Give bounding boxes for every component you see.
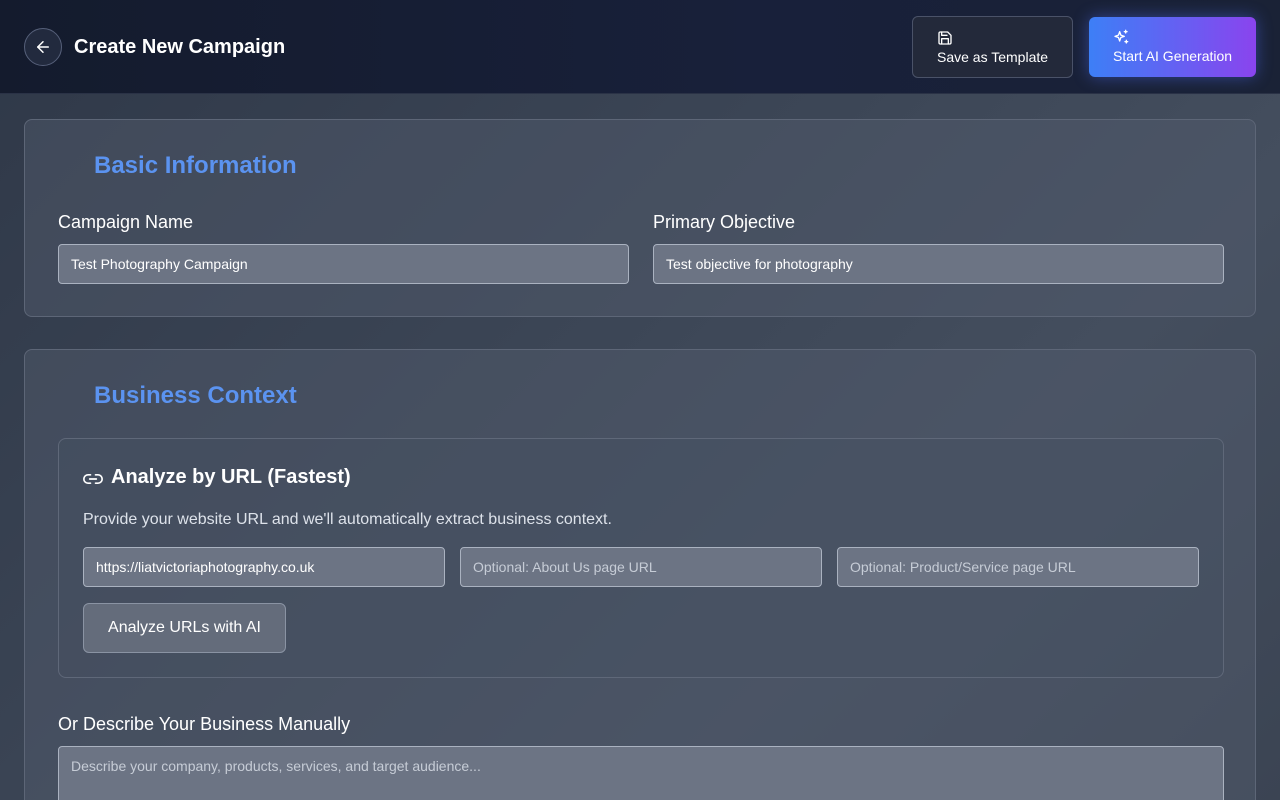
- back-button[interactable]: [24, 28, 62, 66]
- manual-description-textarea[interactable]: [58, 746, 1224, 800]
- business-context-heading: Business Context: [94, 382, 297, 409]
- analyze-by-url-title: Analyze by URL (Fastest): [111, 466, 351, 488]
- basic-information-card: Basic Information Campaign Name Primary …: [24, 119, 1256, 317]
- business-context-card: Business Context Analyze by URL (Fastest…: [24, 349, 1256, 800]
- website-url-input[interactable]: [83, 547, 445, 587]
- primary-objective-input[interactable]: [653, 244, 1224, 284]
- campaign-name-input[interactable]: [58, 244, 629, 284]
- floppy-disk-icon: [938, 31, 952, 45]
- page-title: Create New Campaign: [74, 36, 286, 58]
- analyze-by-url-description: Provide your website URL and we'll autom…: [83, 511, 612, 528]
- start-ai-generation-label: Start AI Generation: [1113, 48, 1233, 64]
- primary-objective-label: Primary Objective: [653, 212, 796, 232]
- analyze-urls-button[interactable]: Analyze URLs with AI: [83, 603, 286, 653]
- basic-information-heading: Basic Information: [94, 152, 297, 179]
- sparkles-icon: [1114, 29, 1129, 44]
- about-us-url-input[interactable]: [460, 547, 822, 587]
- arrow-left-icon: [37, 41, 49, 53]
- manual-description-label: Or Describe Your Business Manually: [58, 714, 351, 734]
- start-ai-generation-button[interactable]: Start AI Generation: [1089, 17, 1256, 77]
- top-bar: Create New Campaign Save as Template Sta…: [0, 0, 1280, 94]
- campaign-name-label: Campaign Name: [58, 212, 194, 232]
- product-service-url-input[interactable]: [837, 547, 1199, 587]
- analyze-by-url-panel: Analyze by URL (Fastest) Provide your we…: [58, 438, 1224, 678]
- link-icon: [83, 474, 103, 484]
- save-as-template-button[interactable]: Save as Template: [912, 16, 1073, 78]
- save-as-template-label: Save as Template: [937, 49, 1049, 65]
